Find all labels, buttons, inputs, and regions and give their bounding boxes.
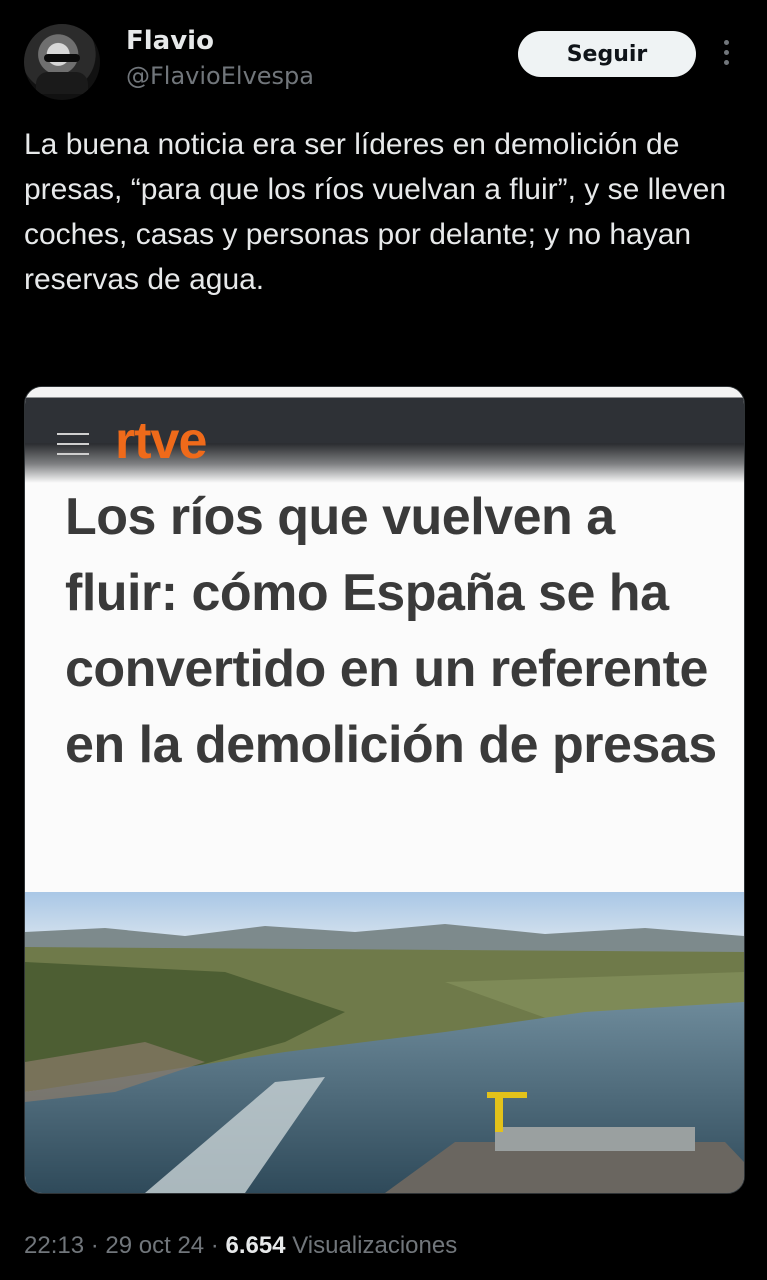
tweet-header: Flavio @FlavioElvespa Seguir <box>0 0 767 110</box>
rtve-header-bar: rtve <box>25 387 744 483</box>
author-name[interactable]: Flavio <box>126 26 214 56</box>
tweet-date[interactable]: 29 oct 24 <box>105 1232 204 1259</box>
avatar[interactable] <box>24 24 100 100</box>
article-headline: Los ríos que vuelven a fluir: cómo Españ… <box>65 488 717 774</box>
views-count: 6.654 <box>225 1232 286 1259</box>
rtve-logo: rtve <box>115 412 207 470</box>
views-label: Visualizaciones <box>292 1232 458 1259</box>
meta-separator: · <box>204 1232 226 1259</box>
tweet-text: La buena noticia era ser líderes en demo… <box>24 128 726 296</box>
hamburger-menu-icon <box>57 433 89 457</box>
more-vertical-icon[interactable] <box>718 40 734 70</box>
tweet-meta: 22:13 · 29 oct 24 · 6.654 Visualizacione… <box>24 1232 457 1260</box>
follow-button[interactable]: Seguir <box>518 31 696 77</box>
author-handle[interactable]: @FlavioElvespa <box>126 62 314 90</box>
tweet-time[interactable]: 22:13 <box>24 1232 84 1259</box>
river-photo <box>25 892 744 1193</box>
tweet-media-image[interactable]: rtve Los ríos que vuelven a fluir: cómo … <box>24 386 745 1194</box>
meta-separator: · <box>84 1232 106 1259</box>
